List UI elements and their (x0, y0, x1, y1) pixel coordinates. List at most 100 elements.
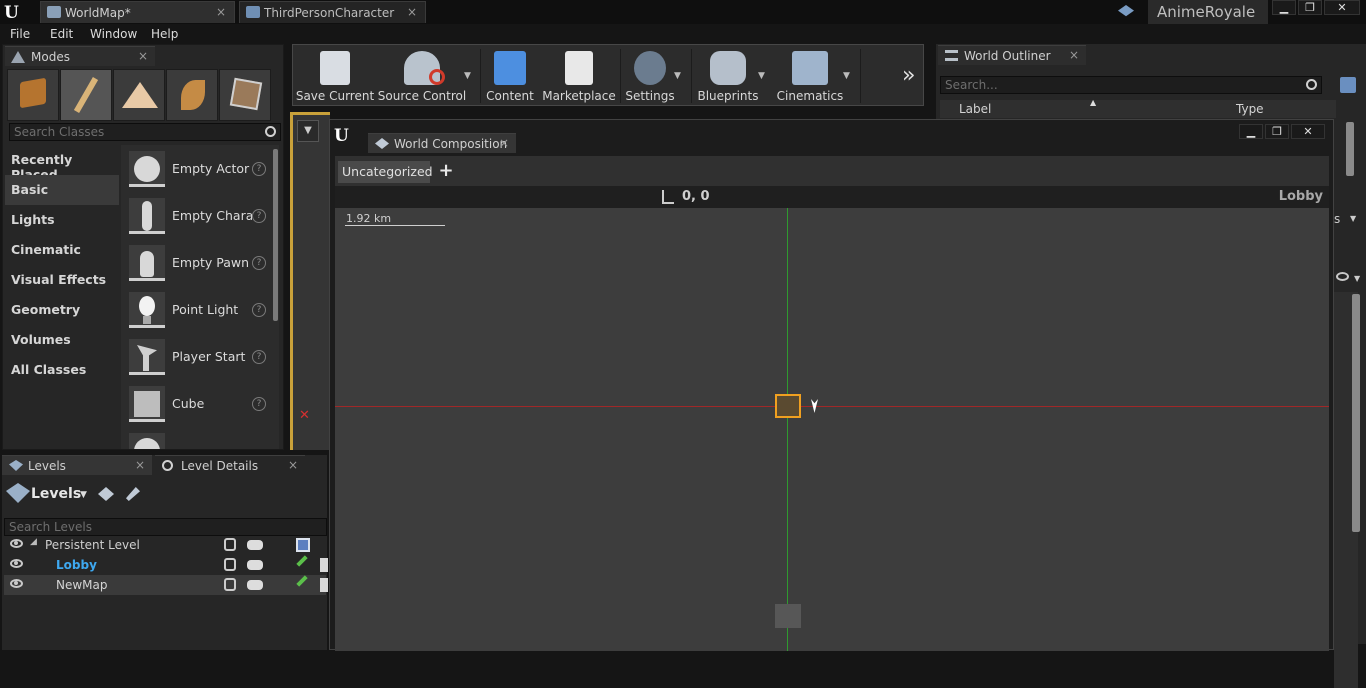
blueprints-dropdown-icon[interactable]: ▼ (758, 71, 765, 81)
help-icon[interactable]: ? (252, 209, 266, 223)
save-level-icon[interactable] (320, 558, 328, 572)
add-folder-icon[interactable] (1340, 77, 1356, 93)
place-item-empty-actor[interactable]: Empty Actor ? (123, 147, 271, 193)
paint-mode-button[interactable] (60, 69, 112, 121)
close-icon[interactable]: × (1069, 48, 1079, 62)
category-basic[interactable]: Basic (5, 175, 119, 205)
level-tile-lobby[interactable] (775, 394, 801, 418)
help-icon[interactable]: ? (252, 303, 266, 317)
outliner-search-input[interactable]: Search... (940, 76, 1322, 94)
restore-button[interactable]: ❐ (1298, 0, 1322, 15)
lock-icon[interactable] (224, 558, 236, 571)
help-icon[interactable]: ? (252, 350, 266, 364)
level-tile-newmap[interactable] (775, 604, 801, 628)
tab-modes[interactable]: Modes × (5, 46, 155, 66)
tab-worldmap[interactable]: WorldMap* × (40, 1, 235, 23)
source-control-dropdown-icon[interactable]: ▼ (464, 71, 471, 81)
lock-icon[interactable] (224, 538, 236, 551)
source-control-button[interactable]: Source Control (377, 49, 467, 105)
tab-third-person-character[interactable]: ThirdPersonCharacter × (239, 1, 426, 23)
search-levels-input[interactable]: Search Levels (4, 518, 327, 536)
help-icon[interactable]: ? (252, 397, 266, 411)
menu-window[interactable]: Window (90, 27, 137, 41)
level-row-persistent[interactable]: ◢ Persistent Level (4, 535, 326, 555)
column-type[interactable]: Type (1236, 102, 1264, 116)
close-icon[interactable]: × (135, 458, 145, 472)
gamepad-icon[interactable] (247, 560, 263, 570)
menu-edit[interactable]: Edit (50, 27, 73, 41)
tab-world-composition[interactable]: World Composition × (368, 133, 516, 153)
level-row-lobby[interactable]: Lobby (4, 555, 328, 575)
place-item-point-light[interactable]: Point Light ? (123, 288, 271, 334)
viewport-options-chevron-icon[interactable]: ▼ (297, 120, 319, 142)
help-icon[interactable]: ? (252, 162, 266, 176)
close-icon[interactable]: × (407, 5, 417, 19)
cinematics-dropdown-icon[interactable]: ▼ (843, 71, 850, 81)
place-item-player-start[interactable]: Player Start ? (123, 335, 271, 381)
expand-arrow-icon[interactable]: ◢ (30, 537, 37, 547)
eye-icon[interactable] (10, 579, 23, 588)
levels-menu-button[interactable]: Levels (31, 486, 81, 502)
tab-levels[interactable]: Levels × (2, 455, 152, 475)
maximize-button[interactable]: ❐ (1265, 124, 1289, 139)
place-item-cube[interactable]: Cube ? (123, 382, 271, 428)
blueprints-button[interactable]: Blueprints (695, 49, 761, 105)
menu-help[interactable]: Help (151, 27, 178, 41)
cinematics-button[interactable]: Cinematics (775, 49, 845, 105)
save-level-icon[interactable] (320, 578, 328, 592)
landscape-mode-button[interactable] (113, 69, 165, 121)
save-current-button[interactable]: Save Current (295, 49, 375, 105)
close-icon[interactable]: × (216, 5, 226, 19)
geometry-edit-mode-button[interactable] (219, 69, 271, 121)
close-icon[interactable]: × (288, 458, 298, 472)
minimize-button[interactable]: ▁ (1239, 124, 1263, 139)
category-recently-placed[interactable]: Recently Placed (5, 145, 119, 182)
marketplace-button[interactable]: Marketplace (541, 49, 617, 105)
edit-levels-icon[interactable] (126, 487, 140, 501)
column-label[interactable]: Label (959, 102, 991, 116)
category-cinematic[interactable]: Cinematic (5, 235, 119, 265)
visibility-dropdown-icon[interactable]: ▼ (1354, 274, 1360, 283)
eye-icon[interactable] (1336, 272, 1349, 281)
place-item-empty-character[interactable]: Empty Chara ? (123, 194, 271, 240)
close-window-button[interactable]: ✕ (1324, 0, 1360, 15)
settings-button[interactable]: Settings (623, 49, 677, 105)
search-classes-input[interactable]: Search Classes (9, 123, 281, 141)
category-geometry[interactable]: Geometry (5, 295, 119, 325)
tab-world-outliner[interactable]: World Outliner × (938, 45, 1086, 65)
help-icon[interactable]: ? (252, 256, 266, 270)
place-item-partial[interactable] (123, 429, 271, 449)
category-lights[interactable]: Lights (5, 205, 119, 235)
close-icon[interactable]: × (499, 136, 509, 150)
place-item-empty-pawn[interactable]: Empty Pawn ? (123, 241, 271, 287)
graduation-cap-icon[interactable] (1118, 5, 1134, 17)
lock-icon[interactable] (224, 578, 236, 591)
content-button[interactable]: Content (483, 49, 537, 105)
summon-world-composition-icon[interactable] (98, 487, 114, 501)
eye-icon[interactable] (10, 559, 23, 568)
gamepad-icon[interactable] (247, 580, 263, 590)
category-visual-effects[interactable]: Visual Effects (5, 265, 119, 295)
close-icon[interactable]: × (138, 49, 148, 63)
eye-icon[interactable] (10, 539, 23, 548)
unreal-logo-icon[interactable]: U (4, 3, 26, 23)
layer-uncategorized-button[interactable]: Uncategorized (338, 161, 433, 183)
pencil-icon[interactable] (296, 555, 308, 567)
tab-level-details[interactable]: Level Details × (155, 455, 305, 475)
placeable-scrollbar[interactable] (273, 149, 278, 321)
outliner-dropdown-icon[interactable]: ▼ (1350, 214, 1356, 223)
menu-file[interactable]: File (10, 27, 30, 41)
toolbar-more-icon[interactable]: » (902, 63, 915, 88)
minimize-button[interactable]: ▁ (1272, 0, 1296, 15)
pencil-icon[interactable] (296, 575, 308, 587)
foliage-mode-button[interactable] (166, 69, 218, 121)
add-layer-button[interactable]: + (435, 161, 457, 183)
level-row-newmap[interactable]: NewMap (4, 575, 328, 595)
settings-dropdown-icon[interactable]: ▼ (674, 71, 681, 81)
category-volumes[interactable]: Volumes (5, 325, 119, 355)
save-level-icon[interactable] (296, 538, 310, 552)
levels-dropdown-icon[interactable]: ▼ (80, 490, 87, 500)
outliner-scrollbar[interactable] (1346, 122, 1354, 176)
place-mode-button[interactable] (7, 69, 59, 121)
close-window-button[interactable]: ✕ (1291, 124, 1325, 139)
